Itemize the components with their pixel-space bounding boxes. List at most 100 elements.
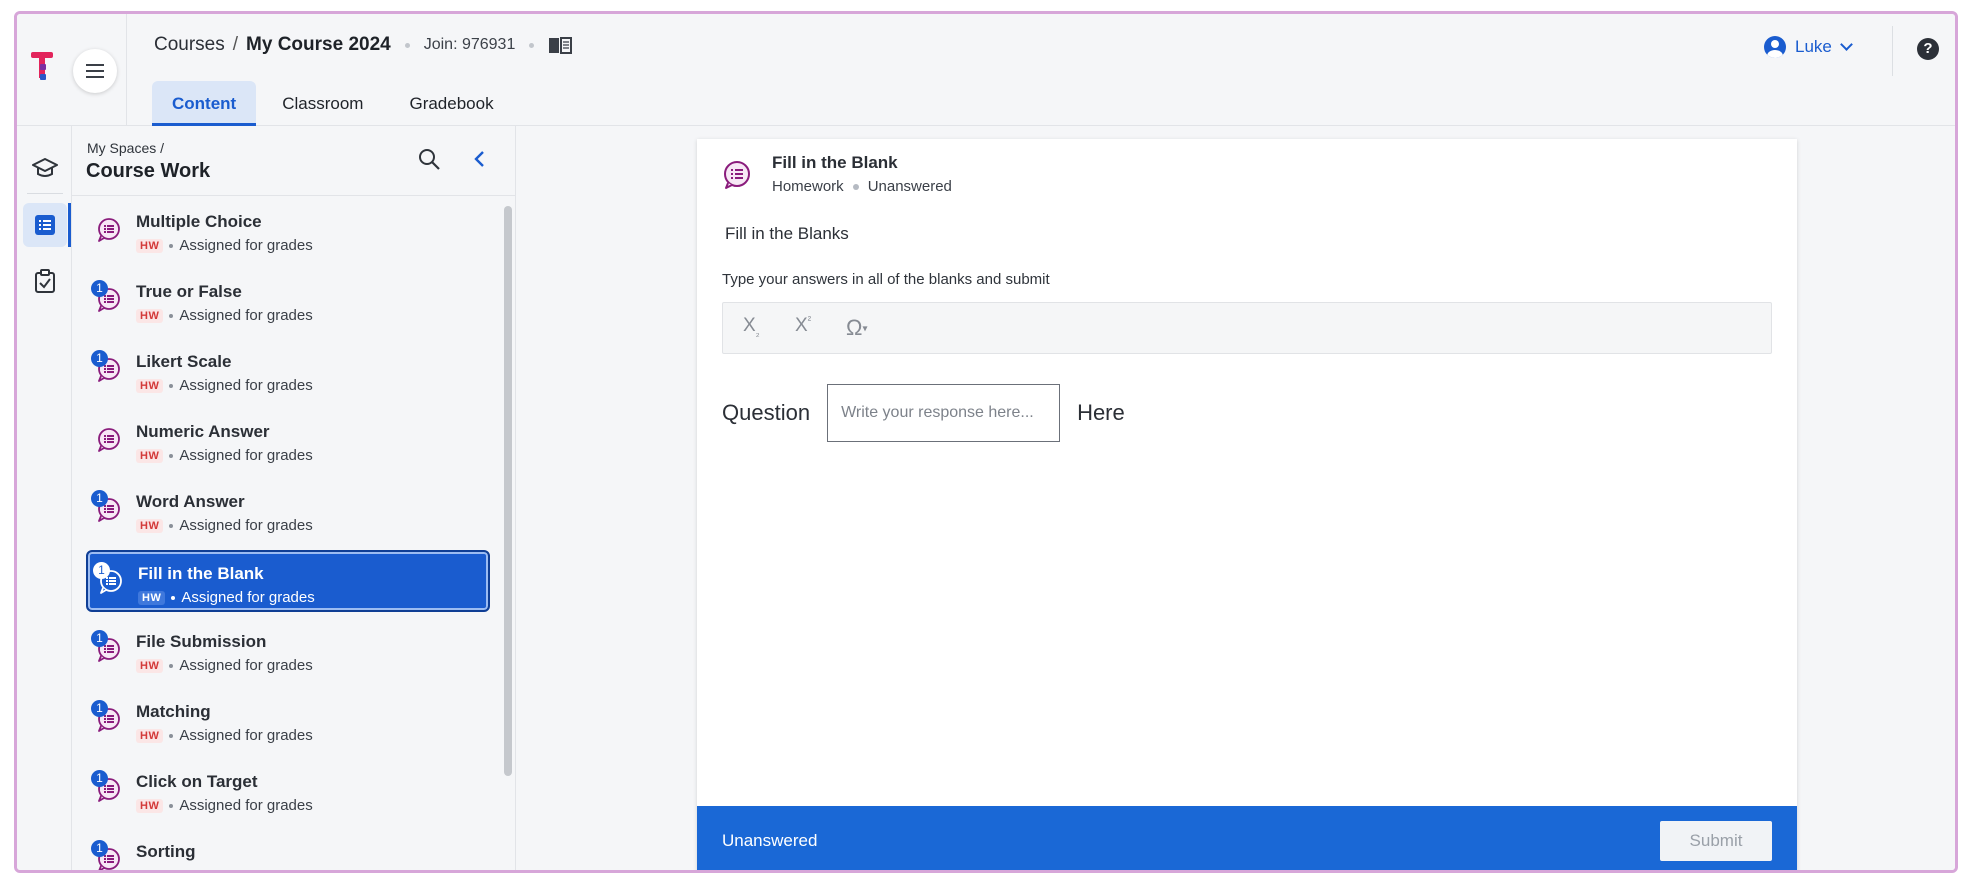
- list-item-title: Fill in the Blank: [138, 564, 264, 583]
- header-divider: [1892, 26, 1893, 76]
- blank-answer-input[interactable]: [827, 384, 1061, 442]
- top-bar: Courses / My Course 2024 Join: 976931 Co…: [17, 14, 1955, 126]
- list-item[interactable]: 1 Matching HW Assigned for grades: [86, 690, 490, 752]
- notification-badge: 1: [91, 630, 108, 647]
- question-card: Fill in the Blank Homework Unanswered Fi…: [697, 139, 1797, 870]
- list-item-title: Click on Target: [136, 772, 258, 791]
- list-item-meta: HW Assigned for grades: [136, 727, 313, 744]
- list-item[interactable]: 1 Click on Target HW Assigned for grades: [86, 760, 490, 822]
- course-title: My Course 2024: [246, 34, 391, 55]
- sidebar-title: Course Work: [86, 160, 211, 182]
- help-button[interactable]: ?: [1917, 38, 1939, 60]
- homework-tag: HW: [136, 658, 164, 673]
- list-item-meta: HW Assigned for grades: [136, 657, 313, 674]
- breadcrumb-separator: /: [232, 34, 239, 55]
- hamburger-icon: [86, 64, 104, 78]
- course-work-sidebar: My Spaces / Course Work Multiple Choice H…: [72, 126, 516, 870]
- rail-divider: [27, 193, 63, 194]
- homework-tag: HW: [136, 728, 164, 743]
- list-icon: [35, 215, 55, 235]
- list-item[interactable]: 1 True or False HW Assigned for grades: [86, 270, 490, 332]
- sidebar-breadcrumb[interactable]: My Spaces /: [87, 140, 164, 156]
- list-item[interactable]: 1 Sorting: [86, 830, 490, 870]
- rail-courses-button[interactable]: [23, 146, 67, 190]
- logo-column: [17, 14, 127, 126]
- course-tabs: Content Classroom Gradebook: [152, 81, 520, 126]
- notification-badge: 1: [91, 490, 108, 507]
- separator-dot: [169, 243, 174, 248]
- list-item-title: Word Answer: [136, 492, 245, 511]
- question-type: Homework: [772, 178, 844, 195]
- question-title: Fill in the Blank: [772, 153, 898, 172]
- list-item-status: Assigned for grades: [179, 797, 313, 814]
- user-menu[interactable]: Luke: [1764, 36, 1853, 58]
- rail-tasks-button[interactable]: [23, 259, 67, 303]
- list-item-meta: HW Assigned for grades: [136, 377, 313, 394]
- checklist-icon: [35, 269, 55, 293]
- scrollbar-thumb[interactable]: [504, 206, 512, 776]
- separator-dot: [529, 42, 535, 48]
- left-icon-rail: [17, 126, 72, 870]
- list-item-meta: HW Assigned for grades: [136, 797, 313, 814]
- list-item[interactable]: 1 Word Answer HW Assigned for grades: [86, 480, 490, 542]
- list-item[interactable]: 1 File Submission HW Assigned for grades: [86, 620, 490, 682]
- notification-badge: 1: [91, 700, 108, 717]
- separator-dot: [171, 595, 176, 600]
- question-prefix-text: Question: [722, 400, 811, 425]
- separator-dot: [169, 383, 174, 388]
- list-item-title: Matching: [136, 702, 211, 721]
- list-item-title: Numeric Answer: [136, 422, 270, 441]
- tab-gradebook[interactable]: Gradebook: [389, 81, 513, 126]
- special-character-button[interactable]: Ω▾: [846, 315, 867, 343]
- homework-tag: HW: [136, 518, 164, 533]
- rail-content-button[interactable]: [23, 203, 67, 247]
- separator-dot: [169, 523, 174, 528]
- book-icon[interactable]: [548, 36, 573, 54]
- tab-content[interactable]: Content: [152, 81, 257, 126]
- separator-dot: [169, 803, 174, 808]
- homework-tag: HW: [136, 238, 164, 253]
- list-item-title: Sorting: [136, 842, 196, 861]
- sidebar-scrollbar[interactable]: [504, 200, 514, 870]
- fill-in-blank-row: Question Here: [722, 384, 1125, 442]
- notification-badge: 1: [91, 840, 108, 857]
- separator-dot: [404, 42, 410, 48]
- list-item-status: Assigned for grades: [179, 517, 313, 534]
- separator-dot: [169, 453, 174, 458]
- instructions: Type your answers in all of the blanks a…: [722, 271, 1050, 288]
- separator-dot: [169, 663, 174, 668]
- list-item[interactable]: Multiple Choice HW Assigned for grades: [86, 200, 490, 262]
- list-item[interactable]: Numeric Answer HW Assigned for grades: [86, 410, 490, 472]
- search-icon[interactable]: [418, 148, 440, 170]
- main-content: Fill in the Blank Homework Unanswered Fi…: [517, 126, 1955, 870]
- submit-button[interactable]: Submit: [1660, 821, 1772, 861]
- list-item-meta: HW Assigned for grades: [136, 517, 313, 534]
- separator-dot: [169, 733, 174, 738]
- rail-active-indicator: [68, 203, 71, 247]
- hamburger-menu-button[interactable]: [73, 49, 117, 93]
- notification-badge: 1: [91, 770, 108, 787]
- list-item-status: Assigned for grades: [179, 377, 313, 394]
- list-item-status: Assigned for grades: [179, 657, 313, 674]
- section-title: Fill in the Blanks: [725, 224, 849, 243]
- list-item-meta: HW Assigned for grades: [138, 589, 315, 606]
- question-answer-state: Unanswered: [867, 178, 952, 195]
- notification-badge: 1: [93, 562, 110, 579]
- breadcrumb-courses-link[interactable]: Courses: [154, 34, 225, 56]
- list-item-meta: HW Assigned for grades: [136, 237, 313, 254]
- superscript-button[interactable]: X²: [795, 315, 811, 343]
- submission-footer: Unanswered Submit: [697, 806, 1797, 870]
- separator-dot: [852, 183, 859, 190]
- collapse-chevron-icon[interactable]: [469, 148, 491, 170]
- list-item-meta: HW Assigned for grades: [136, 447, 313, 464]
- list-item[interactable]: 1 Fill in the Blank HW Assigned for grades: [86, 550, 490, 612]
- subscript-button[interactable]: X₂: [743, 315, 760, 343]
- app-logo[interactable]: [31, 52, 53, 82]
- notification-badge: 1: [91, 280, 108, 297]
- graduation-cap-icon: [32, 158, 58, 177]
- list-item[interactable]: 1 Likert Scale HW Assigned for grades: [86, 340, 490, 402]
- footer-status: Unanswered: [722, 831, 818, 850]
- separator-dot: [169, 313, 174, 318]
- homework-tag: HW: [138, 590, 166, 605]
- tab-classroom[interactable]: Classroom: [262, 81, 383, 126]
